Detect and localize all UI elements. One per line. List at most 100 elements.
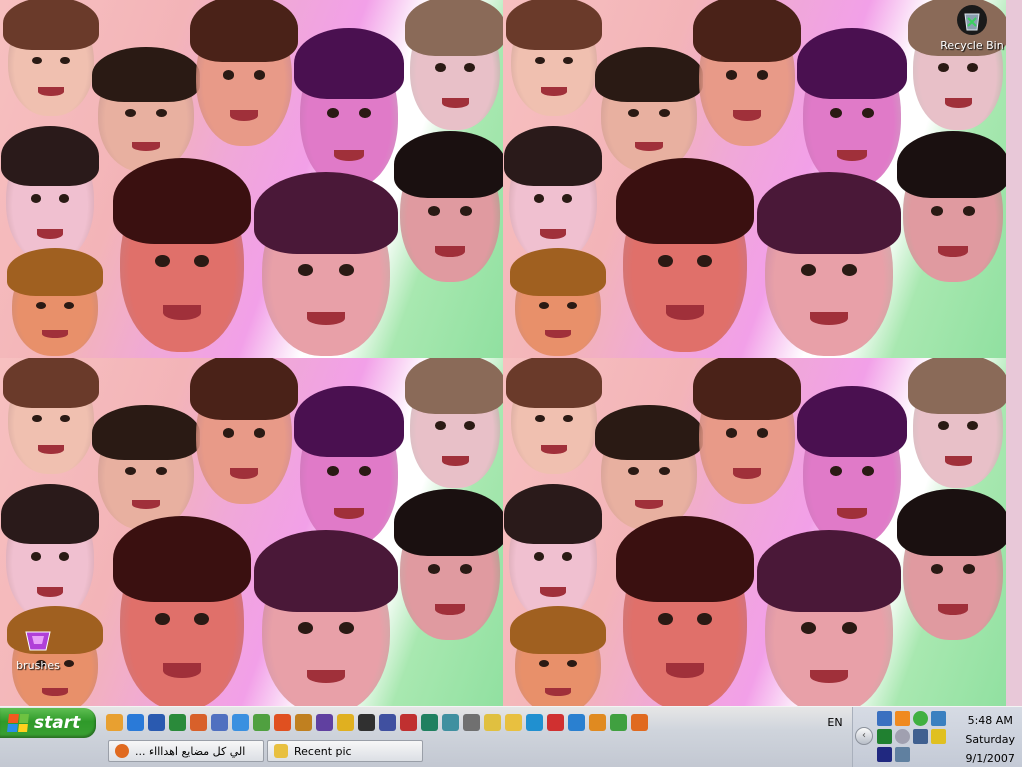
- wallpaper-face: [505, 358, 603, 474]
- clock-date: 9/1/2007: [965, 752, 1015, 765]
- word-icon[interactable]: [148, 714, 165, 731]
- wallpaper-face: [2, 0, 100, 116]
- wallpaper-face: [0, 125, 100, 262]
- compass-icon[interactable]: [421, 714, 438, 731]
- wallpaper-face: [112, 157, 252, 352]
- display-icon[interactable]: [877, 747, 892, 762]
- wallpaper-face: [757, 530, 901, 706]
- winamp-icon[interactable]: [295, 714, 312, 731]
- internet-explorer-icon[interactable]: [127, 714, 144, 731]
- wallpaper-face: [112, 515, 252, 706]
- brushes-icon: [22, 624, 54, 656]
- wallpaper-face: [595, 404, 703, 530]
- game-icon[interactable]: [400, 714, 417, 731]
- media-icon[interactable]: [274, 714, 291, 731]
- messenger-tray-icon[interactable]: [913, 711, 928, 726]
- wallpaper-face: [797, 386, 907, 546]
- gallery-icon[interactable]: [316, 714, 333, 731]
- start-button[interactable]: start: [0, 708, 96, 738]
- wallpaper-face: [190, 358, 298, 504]
- powerpoint-icon[interactable]: [190, 714, 207, 731]
- wallpaper-tile: [0, 0, 503, 358]
- windows-logo-icon: [7, 714, 29, 732]
- users-icon[interactable]: [931, 711, 946, 726]
- wallpaper-face: [6, 248, 104, 356]
- tool-icon[interactable]: [379, 714, 396, 731]
- firefox-icon[interactable]: [631, 714, 648, 731]
- wallpaper-face: [394, 130, 503, 282]
- paint-icon[interactable]: [253, 714, 270, 731]
- wallpaper-face: [615, 157, 755, 352]
- task-button-recent-pic[interactable]: Recent pic: [267, 740, 423, 762]
- keyboard-icon[interactable]: [931, 729, 946, 744]
- wallpaper-face: [2, 358, 100, 474]
- wallpaper-tile: [503, 0, 1006, 358]
- clock-day: Saturday: [965, 733, 1015, 746]
- wallpaper-tile: [0, 358, 503, 706]
- wallpaper-face: [757, 172, 901, 356]
- outlook-icon[interactable]: [106, 714, 123, 731]
- network-icon[interactable]: [463, 714, 480, 731]
- wallpaper-face: [294, 386, 404, 546]
- wallpaper-face: [294, 28, 404, 188]
- security-icon[interactable]: [895, 729, 910, 744]
- wallpaper-face: [797, 28, 907, 188]
- network-tray-icon[interactable]: [913, 729, 928, 744]
- wallpaper-face: [394, 488, 503, 640]
- system-tray: ‹ 5:48 AM Saturday 9/1/2007: [852, 707, 1022, 767]
- task-buttons: الي كل مضايع اهداااء ... Recent pic: [108, 740, 423, 762]
- wallpaper-face: [92, 46, 200, 172]
- wallpaper-face: [693, 0, 801, 146]
- task-label: Recent pic: [294, 744, 352, 758]
- wallpaper-face: [693, 358, 801, 504]
- language-indicator[interactable]: EN: [824, 713, 846, 731]
- wallpaper-face: [503, 125, 603, 262]
- messenger-icon[interactable]: [610, 714, 627, 731]
- tray-expand-button[interactable]: ‹: [855, 727, 873, 745]
- ie-alt-icon[interactable]: [232, 714, 249, 731]
- wallpaper-face: [254, 172, 398, 356]
- wallpaper-face: [907, 358, 1006, 488]
- desktop-icon-label: brushes: [16, 659, 60, 672]
- speaker-icon[interactable]: [877, 711, 892, 726]
- mushroom-icon[interactable]: [547, 714, 564, 731]
- wallpaper-face: [0, 483, 100, 620]
- clock[interactable]: 5:48 AM Saturday 9/1/2007: [965, 711, 1015, 768]
- wallpaper-face: [897, 488, 1006, 640]
- desktop-icon-recycle-bin[interactable]: Recycle Bin: [937, 4, 1007, 52]
- firefox-icon: [115, 744, 129, 758]
- media-player-icon[interactable]: [526, 714, 543, 731]
- wallpaper-face: [897, 130, 1006, 282]
- play-icon[interactable]: [568, 714, 585, 731]
- notepad-icon[interactable]: [211, 714, 228, 731]
- audio-icon[interactable]: [358, 714, 375, 731]
- wallpaper-face: [92, 404, 200, 530]
- signal-icon[interactable]: [877, 729, 892, 744]
- taskbar: start الي كل مضايع اهداااء ... Recent pi…: [0, 706, 1022, 767]
- wallpaper-face: [254, 530, 398, 706]
- wallpaper-face: [509, 248, 607, 356]
- task-label: الي كل مضايع اهداااء ...: [135, 744, 246, 758]
- wallpaper-face: [404, 0, 503, 130]
- monitor-icon[interactable]: [442, 714, 459, 731]
- recycle-bin-icon: [956, 4, 988, 36]
- wallpaper-face: [615, 515, 755, 706]
- wallpaper-face: [509, 606, 607, 706]
- wallpaper-face: [404, 358, 503, 488]
- folder-icon[interactable]: [505, 714, 522, 731]
- task-button-firefox[interactable]: الي كل مضايع اهداااء ...: [108, 740, 264, 762]
- quick-launch-bar: [106, 711, 648, 735]
- desktop-icon-brushes[interactable]: brushes: [3, 624, 73, 672]
- clock-time: 5:48 AM: [967, 714, 1013, 727]
- excel-icon[interactable]: [169, 714, 186, 731]
- orange-app-icon[interactable]: [895, 711, 910, 726]
- desktop-icon-label: Recycle Bin: [940, 39, 1004, 52]
- vlc-icon[interactable]: [589, 714, 606, 731]
- folder-icon: [274, 744, 288, 758]
- wallpaper-tile: [503, 358, 1006, 706]
- desktop-background: Recycle Bin brushes: [0, 0, 1022, 706]
- wallpaper-face: [503, 483, 603, 620]
- norton-icon[interactable]: [337, 714, 354, 731]
- usb-icon[interactable]: [895, 747, 910, 762]
- folder-download-icon[interactable]: [484, 714, 501, 731]
